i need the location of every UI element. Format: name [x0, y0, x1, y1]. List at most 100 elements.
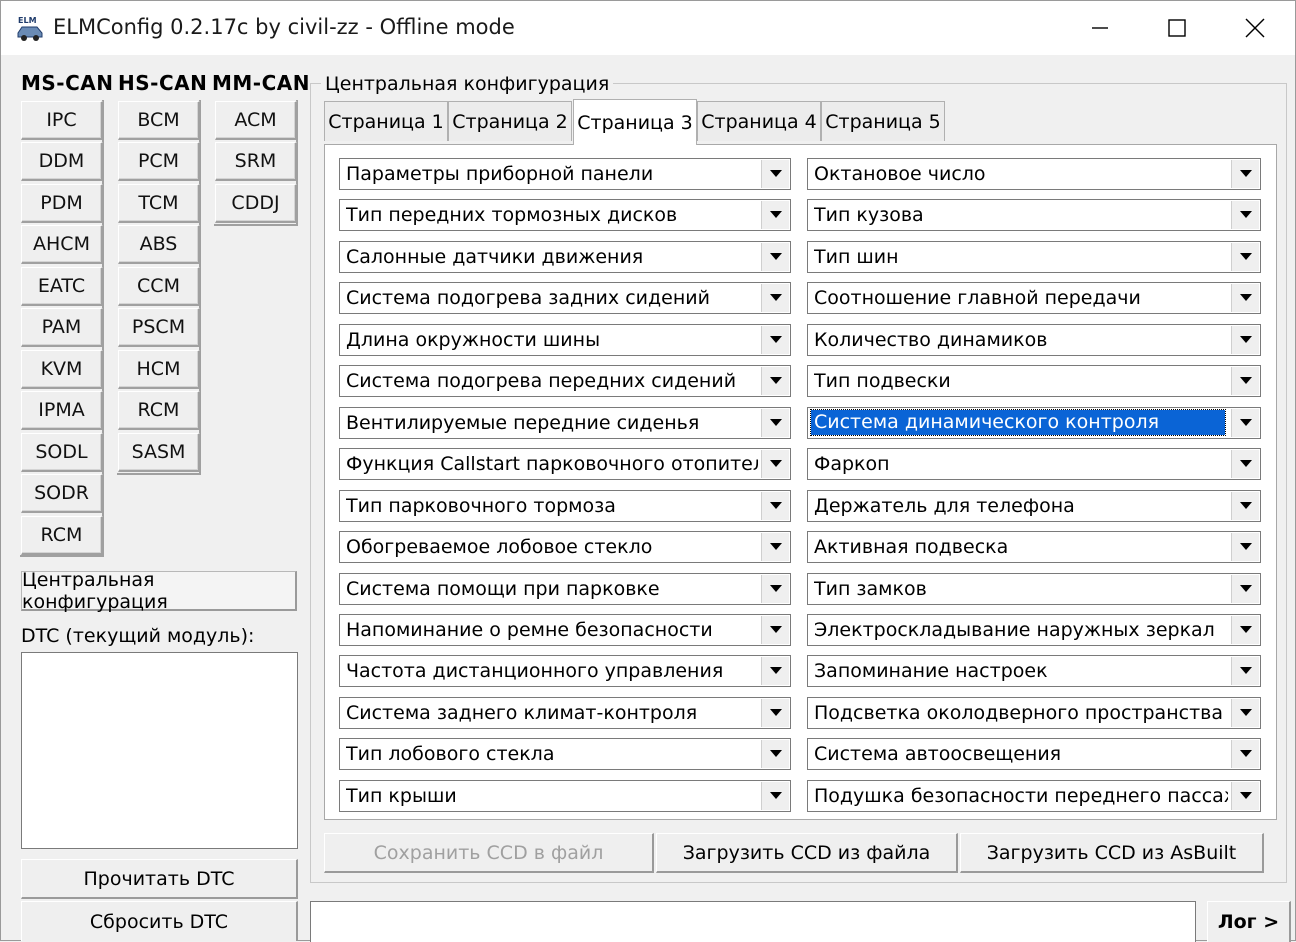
- module-button-rcm-hs[interactable]: RCM: [118, 391, 200, 430]
- dropdown-arrow-icon[interactable]: [1231, 408, 1259, 437]
- combo-right-9[interactable]: Держатель для телефона: [807, 489, 1261, 522]
- central-config-button[interactable]: Центральная конфигурация: [21, 569, 297, 613]
- module-button-ahcm[interactable]: AHCM: [21, 225, 103, 264]
- dropdown-arrow-icon[interactable]: [1231, 533, 1259, 562]
- module-button-bcm[interactable]: BCM: [118, 101, 200, 140]
- combo-left-5[interactable]: Длина окружности шины: [339, 323, 791, 356]
- dropdown-arrow-icon[interactable]: [761, 160, 789, 188]
- dropdown-arrow-icon[interactable]: [1231, 491, 1259, 520]
- maximize-button[interactable]: [1138, 1, 1216, 55]
- dropdown-arrow-icon[interactable]: [761, 201, 789, 230]
- dropdown-arrow-icon[interactable]: [761, 533, 789, 562]
- module-button-ipma[interactable]: IPMA: [21, 391, 103, 430]
- close-button[interactable]: [1216, 1, 1294, 55]
- dropdown-arrow-icon[interactable]: [761, 615, 789, 644]
- dropdown-arrow-icon[interactable]: [1231, 242, 1259, 271]
- dropdown-arrow-icon[interactable]: [761, 408, 789, 437]
- read-dtc-button[interactable]: Прочитать DTC: [21, 859, 298, 899]
- combo-left-13[interactable]: Частота дистанционного управления: [339, 655, 791, 688]
- status-field[interactable]: [310, 901, 1196, 942]
- dropdown-arrow-icon[interactable]: [761, 325, 789, 354]
- module-button-pcm[interactable]: PCM: [118, 142, 200, 181]
- combo-right-12[interactable]: Электроскладывание наружных зеркал: [807, 613, 1261, 646]
- dropdown-arrow-icon[interactable]: [1231, 450, 1259, 479]
- module-button-rcm-ms[interactable]: RCM: [21, 516, 103, 555]
- module-button-kvm[interactable]: KVM: [21, 350, 103, 389]
- dropdown-arrow-icon[interactable]: [1231, 615, 1259, 644]
- combo-left-16[interactable]: Тип крыши: [339, 779, 791, 812]
- combo-left-6[interactable]: Система подогрева передних сидений: [339, 365, 791, 398]
- dropdown-arrow-icon[interactable]: [761, 781, 789, 810]
- tab-page-2[interactable]: Страница 2: [448, 101, 572, 141]
- dropdown-arrow-icon[interactable]: [761, 284, 789, 313]
- combo-left-4[interactable]: Система подогрева задних сидений: [339, 282, 791, 315]
- dtc-list[interactable]: [21, 652, 298, 849]
- save-ccd-button[interactable]: Сохранить CCD в файл: [324, 833, 654, 873]
- module-button-pscm[interactable]: PSCM: [118, 308, 200, 347]
- combo-right-1[interactable]: Октановое число: [807, 158, 1261, 190]
- module-button-ddm[interactable]: DDM: [21, 142, 103, 181]
- combo-right-14[interactable]: Подсветка околодверного пространства: [807, 696, 1261, 729]
- module-button-sodr[interactable]: SODR: [21, 474, 103, 513]
- dropdown-arrow-icon[interactable]: [761, 657, 789, 686]
- combo-right-16[interactable]: Подушка безопасности переднего пассажира: [807, 779, 1261, 812]
- module-button-pdm[interactable]: PDM: [21, 184, 103, 223]
- dropdown-arrow-icon[interactable]: [1231, 657, 1259, 686]
- combo-left-10[interactable]: Обогреваемое лобовое стекло: [339, 531, 791, 564]
- dropdown-arrow-icon[interactable]: [1231, 284, 1259, 313]
- combo-right-10[interactable]: Активная подвеска: [807, 531, 1261, 564]
- dropdown-arrow-icon[interactable]: [761, 491, 789, 520]
- combo-left-7[interactable]: Вентилируемые передние сиденья: [339, 406, 791, 439]
- dropdown-arrow-icon[interactable]: [761, 367, 789, 396]
- combo-left-11[interactable]: Система помощи при парковке: [339, 572, 791, 605]
- dropdown-arrow-icon[interactable]: [1231, 698, 1259, 727]
- dropdown-arrow-icon[interactable]: [1231, 574, 1259, 603]
- combo-left-9[interactable]: Тип парковочного тормоза: [339, 489, 791, 522]
- module-button-acm[interactable]: ACM: [215, 101, 297, 140]
- module-button-eatc[interactable]: EATC: [21, 267, 103, 306]
- module-button-cddj[interactable]: CDDJ: [215, 184, 297, 223]
- combo-right-3[interactable]: Тип шин: [807, 240, 1261, 273]
- dropdown-arrow-icon[interactable]: [761, 698, 789, 727]
- module-button-abs[interactable]: ABS: [118, 225, 200, 264]
- dropdown-arrow-icon[interactable]: [1231, 740, 1259, 769]
- dropdown-arrow-icon[interactable]: [1231, 325, 1259, 354]
- minimize-button[interactable]: [1061, 1, 1139, 55]
- clear-dtc-button[interactable]: Сбросить DTC: [21, 901, 298, 941]
- combo-right-15[interactable]: Система автоосвещения: [807, 738, 1261, 771]
- combo-right-5[interactable]: Количество динамиков: [807, 323, 1261, 356]
- log-button[interactable]: Лог >: [1207, 901, 1291, 942]
- combo-right-6[interactable]: Тип подвески: [807, 365, 1261, 398]
- module-button-sasm[interactable]: SASM: [118, 433, 200, 472]
- combo-left-14[interactable]: Система заднего климат-контроля: [339, 696, 791, 729]
- combo-left-3[interactable]: Салонные датчики движения: [339, 240, 791, 273]
- module-button-pam[interactable]: PAM: [21, 308, 103, 347]
- dropdown-arrow-icon[interactable]: [761, 450, 789, 479]
- combo-right-8[interactable]: Фаркоп: [807, 448, 1261, 481]
- tab-page-4[interactable]: Страница 4: [697, 101, 821, 141]
- combo-right-7[interactable]: Система динамического контроля: [807, 406, 1261, 439]
- dropdown-arrow-icon[interactable]: [1231, 367, 1259, 396]
- combo-left-8[interactable]: Функция Callstart парковочного отопителя: [339, 448, 791, 481]
- tab-page-3[interactable]: Страница 3: [573, 99, 697, 145]
- dropdown-arrow-icon[interactable]: [1231, 781, 1259, 810]
- module-button-srm[interactable]: SRM: [215, 142, 297, 181]
- combo-left-12[interactable]: Напоминание о ремне безопасности: [339, 613, 791, 646]
- module-button-sodl[interactable]: SODL: [21, 433, 103, 472]
- load-ccd-asbuilt-button[interactable]: Загрузить CCD из AsBuilt: [960, 833, 1264, 873]
- dropdown-arrow-icon[interactable]: [1231, 201, 1259, 230]
- combo-right-13[interactable]: Запоминание настроек: [807, 655, 1261, 688]
- dropdown-arrow-icon[interactable]: [761, 574, 789, 603]
- combo-left-1[interactable]: Параметры приборной панели: [339, 158, 791, 190]
- dropdown-arrow-icon[interactable]: [1231, 160, 1259, 188]
- load-ccd-file-button[interactable]: Загрузить CCD из файла: [656, 833, 958, 873]
- module-button-ccm[interactable]: CCM: [118, 267, 200, 306]
- module-button-tcm[interactable]: TCM: [118, 184, 200, 223]
- tab-page-1[interactable]: Страница 1: [324, 101, 448, 141]
- dropdown-arrow-icon[interactable]: [761, 740, 789, 769]
- combo-left-2[interactable]: Тип передних тормозных дисков: [339, 199, 791, 232]
- combo-left-15[interactable]: Тип лобового стекла: [339, 738, 791, 771]
- module-button-hcm[interactable]: HCM: [118, 350, 200, 389]
- tab-page-5[interactable]: Страница 5: [821, 101, 945, 141]
- combo-right-11[interactable]: Тип замков: [807, 572, 1261, 605]
